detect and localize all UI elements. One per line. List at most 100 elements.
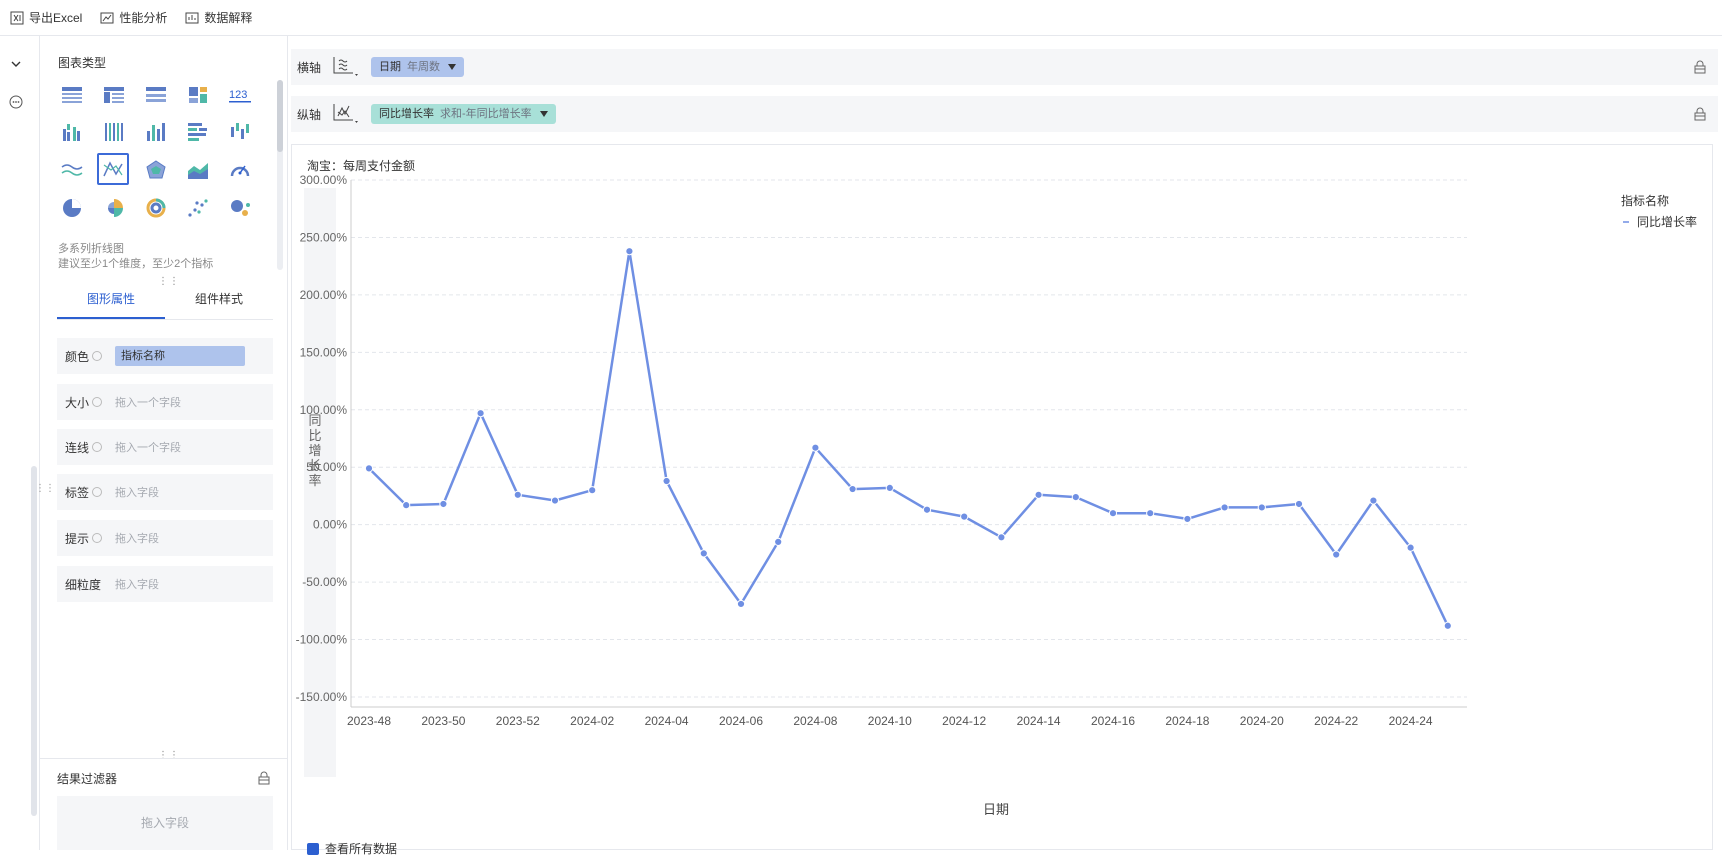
horizontal-bar-icon[interactable]: [183, 116, 213, 146]
y-axis-lock-button[interactable]: [1682, 96, 1718, 132]
attr-row-label[interactable]: 标签 拖入字段: [57, 474, 273, 510]
data-point[interactable]: [960, 512, 969, 521]
data-point[interactable]: [513, 490, 522, 499]
data-explain-button[interactable]: 数据解释: [185, 9, 252, 26]
data-point[interactable]: [699, 549, 708, 558]
granularity-drop-zone[interactable]: 拖入字段: [115, 576, 159, 592]
data-point[interactable]: [1108, 509, 1118, 518]
gear-icon[interactable]: [92, 442, 103, 452]
attr-row-size[interactable]: 大小 拖入一个字段: [57, 384, 273, 420]
attr-row-tooltip[interactable]: 提示 拖入字段: [57, 520, 273, 556]
legend-item[interactable]: 同比增长率: [1637, 214, 1697, 229]
data-point[interactable]: [1034, 490, 1043, 499]
connect-drop-zone[interactable]: 拖入一个字段: [115, 439, 181, 455]
gear-icon[interactable]: [92, 397, 103, 407]
y-tick-label: 250.00%: [300, 230, 348, 244]
data-point[interactable]: [1406, 543, 1415, 552]
lock-icon: [1694, 107, 1706, 121]
data-point[interactable]: [476, 409, 485, 418]
filter-icon[interactable]: [539, 111, 548, 117]
x-tick-label: 2024-08: [793, 714, 837, 728]
data-point[interactable]: [1294, 499, 1304, 509]
filter-drop-zone[interactable]: 拖入字段: [57, 796, 273, 850]
color-field-pill[interactable]: 指标名称: [115, 346, 245, 366]
data-point[interactable]: [922, 505, 932, 514]
grouped-bar-icon[interactable]: [57, 116, 87, 146]
data-point[interactable]: [1183, 514, 1192, 524]
data-point[interactable]: [997, 533, 1006, 542]
x-axis-field-pill[interactable]: 日期 年周数: [371, 57, 464, 77]
data-point[interactable]: [736, 599, 746, 609]
cross-table-icon[interactable]: [99, 80, 129, 110]
lock-icon[interactable]: [257, 771, 271, 785]
data-point[interactable]: [774, 537, 783, 546]
rose-chart-icon[interactable]: [99, 193, 129, 223]
data-point[interactable]: [1071, 492, 1080, 502]
filter-icon[interactable]: [448, 64, 456, 70]
data-point[interactable]: [625, 247, 634, 256]
multi-line-chart-icon[interactable]: [97, 153, 129, 185]
data-point[interactable]: [1146, 509, 1155, 518]
collapse-button[interactable]: [3, 51, 29, 77]
x-axis-lock-button[interactable]: [1682, 49, 1718, 85]
export-excel-button[interactable]: 导出Excel: [10, 9, 82, 26]
table-chart-icon[interactable]: [57, 80, 87, 110]
detail-table-icon[interactable]: [141, 80, 171, 110]
show-all-label: 查看所有数据: [325, 842, 398, 856]
bubble-chart-icon[interactable]: [225, 193, 255, 223]
label-drop-zone[interactable]: 拖入字段: [115, 484, 159, 500]
gauge-chart-icon[interactable]: [225, 155, 255, 185]
y-tick-label: 0.00%: [313, 518, 347, 532]
y-axis-field-pill[interactable]: 同比增长率 求和-年同比增长率: [371, 104, 556, 124]
attr-label-label: 标签: [57, 484, 115, 501]
y-axis-sort-button[interactable]: [331, 102, 371, 126]
filter-resize-handle-icon[interactable]: ⋮⋮: [158, 750, 180, 761]
bar-chart-icon[interactable]: [141, 116, 171, 146]
data-point[interactable]: [662, 476, 671, 486]
data-point[interactable]: [1332, 550, 1341, 559]
radar-chart-icon[interactable]: [141, 155, 171, 185]
chart-type-scroll-thumb[interactable]: [277, 80, 283, 152]
tab-component-style[interactable]: 组件样式: [165, 282, 273, 319]
data-point[interactable]: [848, 484, 857, 494]
series-line: [368, 249, 1449, 627]
data-point[interactable]: [1220, 503, 1229, 512]
data-point[interactable]: [1369, 496, 1378, 505]
line-chart-icon[interactable]: [57, 155, 87, 185]
size-drop-zone[interactable]: 拖入一个字段: [115, 394, 181, 410]
tab-graphic-properties[interactable]: 图形属性: [57, 282, 165, 319]
attr-row-granularity[interactable]: 细粒度 拖入字段: [57, 566, 273, 602]
stacked-bar-icon[interactable]: [99, 116, 129, 146]
chevron-down-icon: [11, 61, 21, 67]
x-tick-label: 2023-48: [347, 714, 391, 728]
data-point[interactable]: [811, 443, 820, 452]
kpi-card-icon[interactable]: [183, 80, 213, 110]
data-point[interactable]: [364, 464, 374, 473]
data-point[interactable]: [402, 501, 411, 510]
data-point[interactable]: [550, 496, 560, 505]
tooltip-drop-zone[interactable]: 拖入字段: [115, 530, 159, 546]
pie-chart-icon[interactable]: [57, 193, 87, 223]
x-axis-sort-button[interactable]: [331, 55, 371, 79]
area-chart-icon[interactable]: [183, 155, 213, 185]
data-point[interactable]: [1443, 621, 1452, 630]
scatter-chart-icon[interactable]: [183, 193, 213, 223]
data-point[interactable]: [439, 499, 448, 509]
number-icon[interactable]: 123: [225, 80, 255, 110]
show-all-data[interactable]: 查看所有数据: [307, 840, 397, 857]
more-icon: [9, 95, 23, 109]
data-point[interactable]: [588, 486, 597, 495]
rail-scrollbar[interactable]: [31, 466, 37, 816]
gear-icon[interactable]: [92, 351, 103, 361]
more-button[interactable]: [3, 89, 29, 115]
show-all-checkbox[interactable]: [307, 842, 319, 855]
attr-row-connect[interactable]: 连线 拖入一个字段: [57, 429, 273, 465]
donut-chart-icon[interactable]: [141, 193, 171, 223]
range-bar-icon[interactable]: [225, 116, 255, 146]
data-point[interactable]: [1257, 503, 1266, 512]
gear-icon[interactable]: [92, 533, 103, 543]
performance-analysis-button[interactable]: 性能分析: [100, 9, 167, 26]
attr-row-color[interactable]: 颜色 指标名称: [57, 338, 273, 374]
gear-icon[interactable]: [92, 487, 103, 497]
data-point[interactable]: [885, 483, 894, 493]
